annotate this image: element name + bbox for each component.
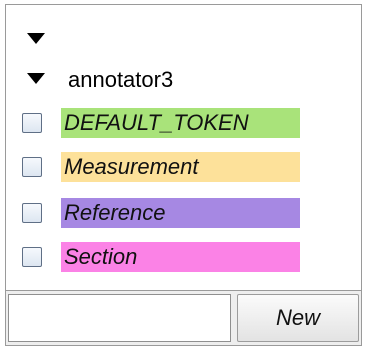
reference-checkbox[interactable] (22, 203, 42, 223)
new-type-bar: New (6, 290, 361, 345)
annotator-node-label[interactable]: annotator3 (68, 69, 173, 91)
annotator-expand-toggle-icon[interactable] (27, 73, 45, 84)
measurement-checkbox[interactable] (22, 157, 42, 177)
default-token-type[interactable]: DEFAULT_TOKEN (61, 108, 300, 138)
reference-type[interactable]: Reference (61, 198, 300, 228)
annotation-tree: annotator3 DEFAULT_TOKEN Measurement Ref… (7, 6, 360, 289)
measurement-type[interactable]: Measurement (61, 152, 300, 182)
new-button[interactable]: New (237, 294, 359, 342)
section-type[interactable]: Section (61, 242, 300, 272)
annotation-type-panel: annotator3 DEFAULT_TOKEN Measurement Ref… (5, 4, 362, 346)
default-token-checkbox[interactable] (22, 113, 42, 133)
new-type-name-input[interactable] (8, 294, 231, 342)
section-checkbox[interactable] (22, 247, 42, 267)
root-expand-toggle-icon[interactable] (27, 33, 45, 44)
